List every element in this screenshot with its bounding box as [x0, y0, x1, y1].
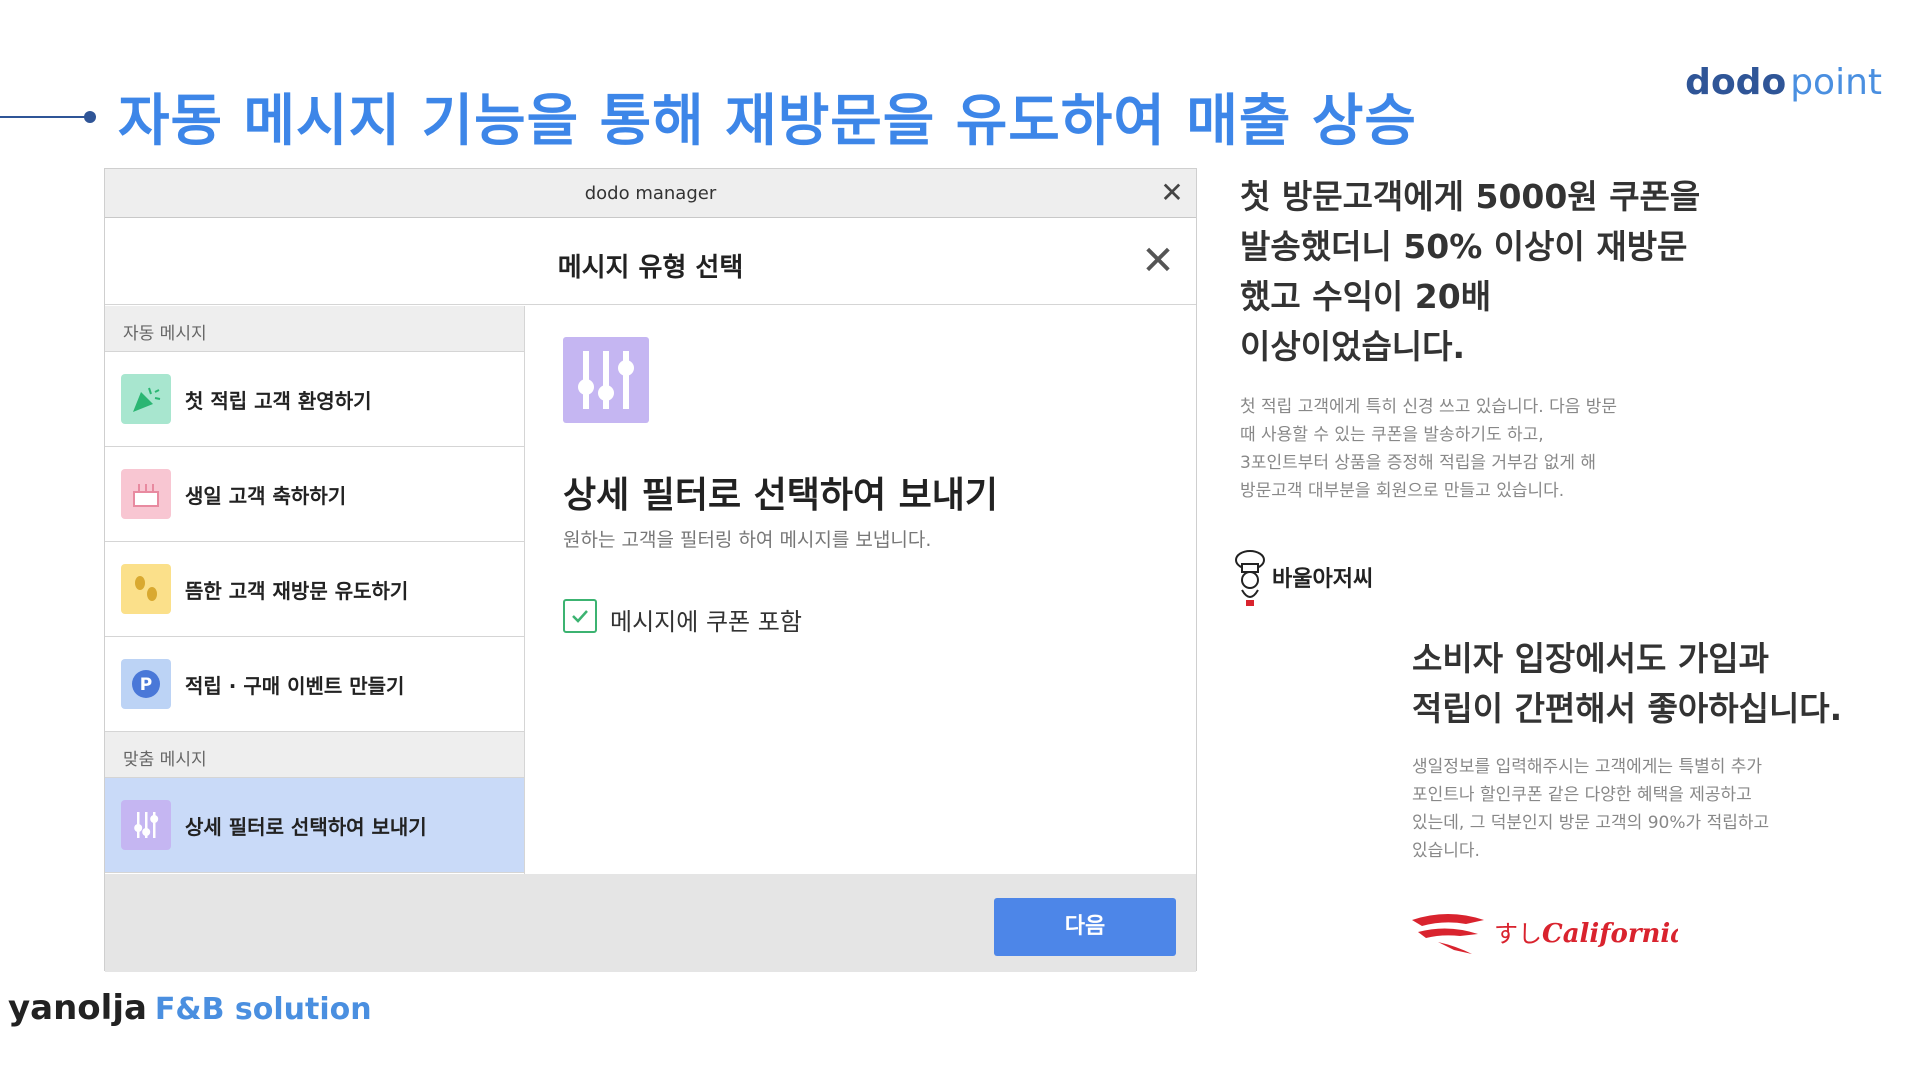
window-titlebar: dodo manager ✕ — [105, 169, 1196, 218]
footer-brand-part-2: F&B solution — [154, 992, 372, 1027]
baul-ajeossi-logo: 바울아저씨 — [1230, 548, 1410, 612]
desc-line: 3포인트부터 상품을 증정해 적립을 거부감 없게 해 — [1240, 453, 1597, 473]
svg-text:P: P — [140, 675, 152, 695]
quote-line: 발송했더니 50% 이상이 재방문 — [1240, 227, 1688, 266]
footer-brand-part-1: yanolja — [8, 988, 147, 1028]
check-icon — [572, 610, 588, 623]
dialog-footer: 다음 — [105, 874, 1196, 972]
logo2-text-b: California — [1542, 919, 1678, 949]
sidebar-item-label: 뜸한 고객 재방문 유도하기 — [185, 578, 409, 603]
testimonial-1-description: 첫 적립 고객에게 특히 신경 쓰고 있습니다. 다음 방문 때 사용할 수 있… — [1240, 393, 1760, 505]
sliders-icon — [121, 800, 171, 850]
testimonial-2-quote: 소비자 입장에서도 가입과 적립이 간편해서 좋아하십니다. — [1412, 634, 1892, 734]
next-button[interactable]: 다음 — [994, 898, 1176, 956]
desc-line: 있는데, 그 덕분인지 방문 고객의 90%가 적립하고 — [1412, 813, 1770, 833]
lobster-icon — [1412, 914, 1484, 954]
section-auto-messages: 자동 메시지 — [105, 306, 524, 352]
sliders-icon — [563, 337, 649, 423]
brand-part-1: dodo — [1685, 62, 1787, 103]
header-dot — [84, 111, 96, 123]
point-p-icon: P — [121, 659, 171, 709]
sidebar-item-label: 적립 · 구매 이벤트 만들기 — [185, 673, 405, 698]
message-type-sidebar: 자동 메시지 첫 적립 고객 환영하기 생일 고객 축하하기 뜸한 고객 재방문… — [105, 306, 525, 874]
sidebar-item-detail-filter[interactable]: 상세 필터로 선택하여 보내기 — [105, 778, 524, 873]
header-line — [0, 116, 86, 118]
desc-line: 있습니다. — [1412, 841, 1480, 861]
desc-line: 생일정보를 입력해주시는 고객에게는 특별히 추가 — [1412, 757, 1763, 777]
footprints-icon — [121, 564, 171, 614]
include-coupon-checkbox[interactable] — [563, 599, 597, 633]
party-popper-icon — [121, 374, 171, 424]
dialog-title: 메시지 유형 선택 — [557, 253, 744, 283]
page-headline: 자동 메시지 기능을 통해 재방문을 유도하여 매출 상승 — [118, 89, 1417, 154]
quote-line: 했고 수익이 20배 — [1240, 277, 1492, 316]
yanolja-fb-solution-logo: yanolja F&B solution — [8, 988, 372, 1028]
sushi-california-logo: すし California — [1408, 906, 1687, 958]
testimonial-2-description: 생일정보를 입력해주시는 고객에게는 특별히 추가 포인트나 할인쿠폰 같은 다… — [1412, 753, 1892, 865]
detail-title: 상세 필터로 선택하여 보내기 — [563, 475, 999, 516]
desc-line: 때 사용할 수 있는 쿠폰을 발송하기도 하고, — [1240, 425, 1544, 445]
sidebar-item-label: 상세 필터로 선택하여 보내기 — [185, 814, 427, 839]
logo2-text-a: すし — [1494, 920, 1542, 948]
dodo-point-logo: dodo point — [1685, 62, 1882, 103]
birthday-cake-icon — [121, 469, 171, 519]
dialog-close-icon[interactable]: ✕ — [1138, 241, 1178, 281]
sidebar-item-birthday[interactable]: 생일 고객 축하하기 — [105, 447, 524, 542]
testimonial-1-quote: 첫 방문고객에게 5000원 쿠폰을 발송했더니 50% 이상이 재방문 했고 … — [1240, 172, 1760, 372]
sidebar-item-point-event[interactable]: P 적립 · 구매 이벤트 만들기 — [105, 637, 524, 732]
sidebar-item-welcome[interactable]: 첫 적립 고객 환영하기 — [105, 352, 524, 447]
desc-line: 첫 적립 고객에게 특히 신경 쓰고 있습니다. 다음 방문 — [1240, 397, 1618, 417]
chef-icon — [1235, 550, 1265, 606]
desc-line: 방문고객 대부분을 회원으로 만들고 있습니다. — [1240, 481, 1565, 501]
quote-line: 소비자 입장에서도 가입과 — [1412, 639, 1769, 678]
quote-line: 적립이 간편해서 좋아하십니다. — [1412, 689, 1843, 728]
quote-line: 이상이었습니다. — [1240, 327, 1466, 366]
section-custom-messages: 맞춤 메시지 — [105, 732, 524, 778]
include-coupon-label[interactable]: 메시지에 쿠폰 포함 — [610, 602, 802, 637]
quote-line: 첫 방문고객에게 5000원 쿠폰을 — [1240, 177, 1701, 216]
window-title: dodo manager — [584, 183, 717, 204]
message-type-detail: 상세 필터로 선택하여 보내기 원하는 고객을 필터링 하여 메시지를 보냅니다… — [526, 306, 1198, 874]
desc-line: 포인트나 할인쿠폰 같은 다양한 혜택을 제공하고 — [1412, 785, 1752, 805]
sidebar-item-label: 생일 고객 축하하기 — [185, 483, 347, 508]
sidebar-item-label: 첫 적립 고객 환영하기 — [185, 388, 372, 413]
detail-subtitle: 원하는 고객을 필터링 하여 메시지를 보냅니다. — [563, 529, 932, 551]
brand-part-2: point — [1790, 62, 1882, 103]
sidebar-item-revisit[interactable]: 뜸한 고객 재방문 유도하기 — [105, 542, 524, 637]
window-close-icon[interactable]: ✕ — [1156, 177, 1188, 209]
logo1-text: 바울아저씨 — [1272, 567, 1373, 592]
dodo-manager-window: dodo manager ✕ 메시지 유형 선택 ✕ 자동 메시지 첫 적립 고… — [104, 168, 1198, 972]
dialog-header: 메시지 유형 선택 ✕ — [105, 219, 1196, 305]
